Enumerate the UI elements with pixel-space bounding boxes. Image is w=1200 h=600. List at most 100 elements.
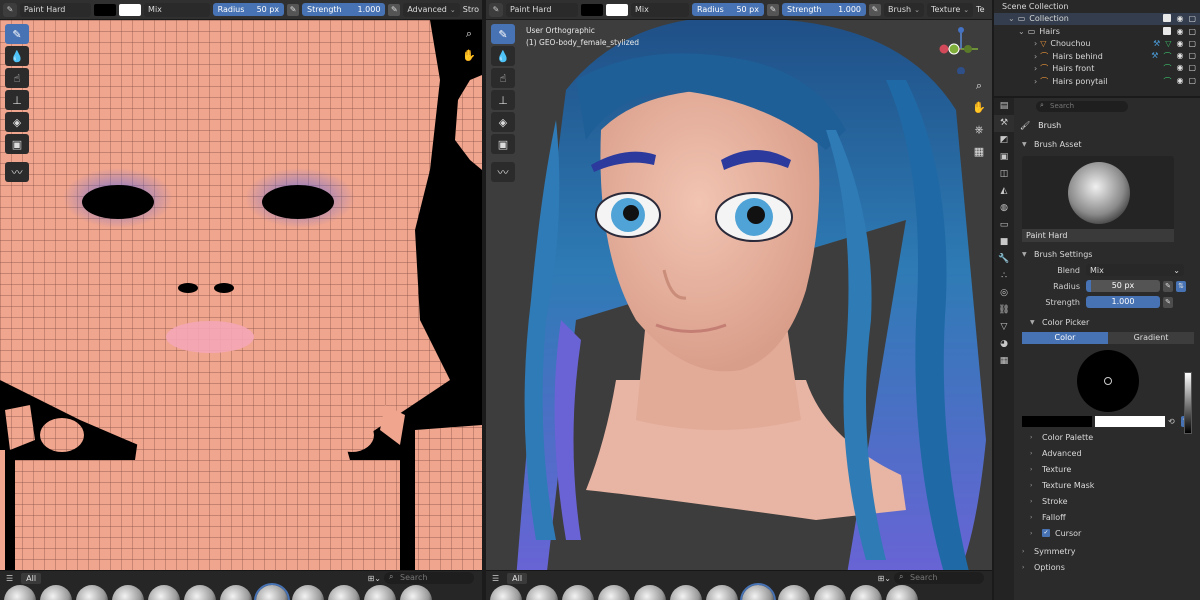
brush-thumbnail[interactable] — [706, 585, 738, 600]
annotate-tool-icon[interactable]: 〰 — [491, 162, 515, 182]
section-texture[interactable]: › Texture — [1016, 461, 1200, 477]
strength-field[interactable]: Strength 1.000 — [302, 3, 386, 16]
brush-menu[interactable]: Brush ⌄ — [884, 2, 924, 17]
properties-search-input[interactable]: Search — [1036, 100, 1128, 112]
camera-icon[interactable]: ▢ — [1188, 63, 1196, 74]
brush-mode-icon[interactable]: ✎ — [3, 2, 17, 17]
radius-pressure-icon[interactable]: ✎ — [287, 3, 300, 16]
eye-icon[interactable]: ◉ — [1176, 39, 1183, 48]
outliner-root[interactable]: Scene Collection — [994, 0, 1200, 13]
brush-thumbnail[interactable] — [328, 585, 360, 600]
brush-thumbnail[interactable] — [4, 585, 36, 600]
pan-hand-icon[interactable]: ✋ — [461, 48, 477, 64]
brush-thumbnail[interactable] — [886, 585, 918, 600]
brush-thumbnail[interactable] — [148, 585, 180, 600]
draw-tool-icon[interactable]: ✎ — [491, 24, 515, 44]
draw-tool-icon[interactable]: ✎ — [5, 24, 29, 44]
primary-color-swatch[interactable] — [1022, 416, 1092, 427]
secondary-color-swatch[interactable] — [606, 3, 628, 16]
navigation-gizmo[interactable] — [936, 24, 986, 74]
soften-tool-icon[interactable]: 💧 — [491, 46, 515, 66]
material-tab-icon[interactable]: ◕ — [994, 336, 1014, 353]
fill-tool-icon[interactable]: ◈ — [491, 112, 515, 132]
brush-dropdown[interactable]: Paint Hard — [19, 2, 92, 17]
shelf-menu-icon[interactable]: ☰ — [492, 574, 499, 583]
texture-tab-icon[interactable]: ▦ — [994, 353, 1014, 370]
eye-icon[interactable]: ◉ — [1176, 27, 1183, 36]
brush-thumbnail[interactable] — [670, 585, 702, 600]
shelf-menu-icon[interactable]: ☰ — [6, 574, 13, 583]
shelf-tab-all[interactable]: All — [21, 572, 42, 584]
texture-mask-menu-truncated[interactable]: Te — [976, 5, 984, 14]
radius-field[interactable]: Radius 50 px — [692, 3, 764, 16]
primary-color-swatch[interactable] — [581, 3, 603, 16]
collapse-arrow-icon[interactable]: ⌄ — [1018, 27, 1025, 36]
section-options[interactable]: › Options — [1016, 559, 1200, 575]
eye-icon[interactable]: ◉ — [1176, 51, 1183, 62]
outliner-row-chouchou[interactable]: › ▽ Chouchou ⚒ ▽ ◉ ▢ — [994, 38, 1200, 51]
brush-thumbnail[interactable] — [778, 585, 810, 600]
expand-arrow-icon[interactable]: › — [1034, 52, 1037, 61]
section-color-picker[interactable]: ▼ Color Picker — [1016, 314, 1200, 330]
render-tab-icon[interactable]: ◩ — [994, 132, 1014, 149]
section-cursor[interactable]: › ✓ Cursor — [1016, 525, 1200, 541]
brush-thumbnail[interactable] — [76, 585, 108, 600]
brush-thumbnail[interactable] — [634, 585, 666, 600]
outliner-row-hairs[interactable]: ⌄ ▭ Hairs ◉ ▢ — [994, 25, 1200, 38]
clone-tool-icon[interactable]: ⊥ — [491, 90, 515, 110]
mask-tool-icon[interactable]: ▣ — [491, 134, 515, 154]
brush-thumbnail[interactable] — [400, 585, 432, 600]
camera-icon[interactable]: ▢ — [1188, 39, 1196, 48]
section-falloff[interactable]: › Falloff — [1016, 509, 1200, 525]
section-advanced[interactable]: › Advanced — [1016, 445, 1200, 461]
camera-icon[interactable]: ▢ — [1188, 27, 1196, 36]
primary-color-swatch[interactable] — [94, 3, 117, 16]
blend-dropdown[interactable]: Mix — [144, 2, 210, 17]
zoom-icon[interactable]: ⌕ — [461, 26, 477, 42]
exclude-checkbox[interactable] — [1163, 14, 1172, 23]
gradient-tab[interactable]: Gradient — [1108, 332, 1194, 344]
mask-tool-icon[interactable]: ▣ — [5, 134, 29, 154]
shelf-search-input[interactable]: Search — [894, 571, 984, 584]
brush-dropdown[interactable]: Paint Hard — [506, 2, 578, 17]
camera-icon[interactable]: ▢ — [1188, 14, 1196, 23]
pan-hand-icon[interactable]: ✋ — [971, 100, 987, 116]
particles-tab-icon[interactable]: ∴ — [994, 268, 1014, 285]
zoom-icon[interactable]: ⌕ — [971, 78, 987, 94]
outliner-row-hairs-front[interactable]: › ⌒ Hairs front ⌒ ◉ ▢ — [994, 63, 1200, 76]
brush-thumbnail[interactable] — [364, 585, 396, 600]
secondary-color-swatch[interactable] — [1095, 416, 1165, 427]
expand-arrow-icon[interactable]: › — [1034, 64, 1037, 73]
strength-pressure-icon[interactable]: ✎ — [388, 3, 401, 16]
outliner-row-collection[interactable]: ⌄ ▭ Collection ◉ ▢ — [994, 12, 1200, 25]
filter-icon[interactable]: ⊞⌄ — [368, 574, 381, 583]
3d-viewport[interactable]: User Orthographic (1) GEO-body_female_st… — [486, 20, 992, 580]
camera-icon[interactable]: ▢ — [1188, 51, 1196, 62]
color-tab[interactable]: Color — [1022, 332, 1108, 344]
radius-pressure-icon[interactable]: ✎ — [767, 3, 779, 16]
brush-thumbnail[interactable] — [562, 585, 594, 600]
editor-type-icon[interactable]: ▤ — [994, 98, 1014, 115]
strength-field[interactable]: Strength 1.000 — [782, 3, 866, 16]
eye-icon[interactable]: ◉ — [1176, 76, 1183, 87]
tool-tab-icon[interactable]: ⚒ — [994, 115, 1014, 132]
brush-thumbnail-selected[interactable] — [740, 583, 776, 600]
output-tab-icon[interactable]: ▣ — [994, 149, 1014, 166]
brush-thumbnail[interactable] — [220, 585, 252, 600]
secondary-color-swatch[interactable] — [119, 3, 142, 16]
collapse-arrow-icon[interactable]: ⌄ — [1008, 14, 1015, 23]
modifier-tab-icon[interactable]: 🔧 — [994, 251, 1014, 268]
advanced-menu[interactable]: Advanced ⌄ — [403, 2, 460, 17]
shelf-search-input[interactable]: Search — [384, 571, 474, 584]
brush-thumbnail[interactable] — [490, 585, 522, 600]
brush-thumbnail[interactable] — [112, 585, 144, 600]
view-layer-tab-icon[interactable]: ◫ — [994, 166, 1014, 183]
scene-tab-icon[interactable]: ◭ — [994, 183, 1014, 200]
constraints-tab-icon[interactable]: ⛓ — [994, 302, 1014, 319]
brush-thumbnail[interactable] — [292, 585, 324, 600]
data-tab-icon[interactable]: ▽ — [994, 319, 1014, 336]
blend-dropdown[interactable]: Mix — [631, 2, 689, 17]
smear-tool-icon[interactable]: ☝ — [491, 68, 515, 88]
uv-editor-canvas[interactable]: ✎ 💧 ☝ ⊥ ◈ ▣ 〰 ⌕ ✋ — [0, 20, 482, 580]
blend-dropdown[interactable]: Mix ⌄ — [1086, 264, 1184, 276]
